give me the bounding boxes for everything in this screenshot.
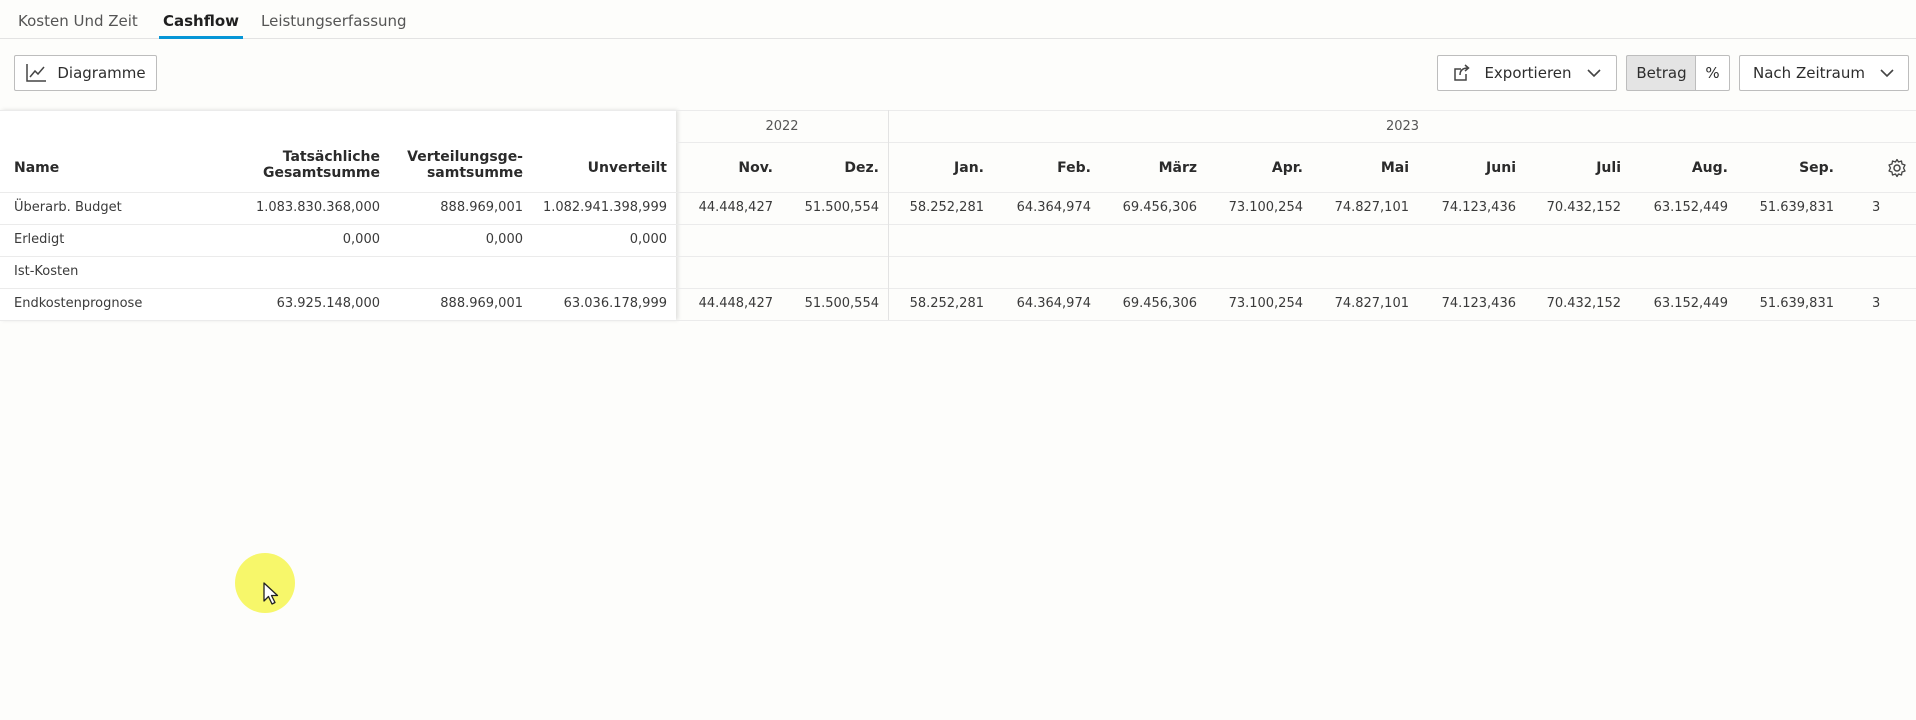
cell-month: 63.152,449 — [1653, 200, 1728, 215]
cell-next-month-partial: 3 — [1872, 296, 1881, 311]
cell-unverteilt: 1.082.941.398,999 — [542, 200, 667, 215]
col-header-month[interactable]: Feb. — [991, 160, 1091, 176]
col-header-month[interactable]: Mai — [1309, 160, 1409, 176]
cell-next-month-partial: 3 — [1872, 200, 1881, 215]
cell-month: 74.123,436 — [1441, 296, 1516, 311]
betrag-label: Betrag — [1636, 64, 1687, 82]
cell-month: 64.364,974 — [1016, 200, 1091, 215]
export-icon — [1454, 64, 1471, 81]
col-header-dist-line2: samtsumme — [426, 165, 523, 181]
col-header-name[interactable]: Name — [14, 160, 59, 176]
col-header-month[interactable]: Jan. — [884, 160, 984, 176]
cell-month: 51.500,554 — [804, 200, 879, 215]
col-header-dist-line1: Verteilungsge- — [407, 149, 523, 165]
percent-toggle[interactable]: % — [1695, 55, 1730, 91]
cell-unverteilt: 63.036.178,999 — [563, 296, 667, 311]
year-2022-header: 2022 — [765, 119, 799, 134]
tab-leistungserfassung[interactable]: Leistungserfassung — [261, 12, 407, 30]
col-header-month[interactable]: Apr. — [1203, 160, 1303, 176]
cell-month: 44.448,427 — [698, 200, 773, 215]
cell-month: 51.500,554 — [804, 296, 879, 311]
line-chart-icon — [26, 64, 47, 82]
col-header-month[interactable]: Aug. — [1628, 160, 1728, 176]
cell-month: 58.252,281 — [909, 296, 984, 311]
col-header-month[interactable]: Dez. — [779, 160, 879, 176]
betrag-toggle[interactable]: Betrag — [1626, 55, 1696, 91]
cell-month: 73.100,254 — [1228, 200, 1303, 215]
col-header-unverteilt[interactable]: Unverteilt — [520, 160, 667, 176]
cell-month: 51.639,831 — [1759, 296, 1834, 311]
col-header-month[interactable]: Juli — [1521, 160, 1621, 176]
tab-bar: Kosten Und Zeit Cashflow Leistungserfass… — [0, 0, 1916, 39]
row-name: Erledigt — [14, 232, 65, 247]
col-header-total-line1: Tatsächliche — [282, 149, 380, 165]
cell-month: 74.123,436 — [1441, 200, 1516, 215]
diagramme-label: Diagramme — [57, 64, 146, 82]
cell-total: 63.925.148,000 — [276, 296, 380, 311]
cell-dist: 888.969,001 — [440, 296, 523, 311]
row-name: Endkostenprognose — [14, 296, 143, 311]
zeitraum-dropdown[interactable]: Nach Zeitraum — [1739, 55, 1909, 91]
cell-month: 58.252,281 — [909, 200, 984, 215]
chevron-down-icon — [1880, 69, 1894, 78]
year-2023-header: 2023 — [1385, 119, 1420, 134]
mouse-pointer-icon — [263, 582, 279, 605]
cell-month: 69.456,306 — [1122, 296, 1197, 311]
cell-month: 74.827,101 — [1334, 200, 1409, 215]
chevron-down-icon — [1586, 69, 1601, 78]
percent-label: % — [1705, 64, 1720, 82]
tab-cashflow[interactable]: Cashflow — [158, 12, 244, 39]
cell-month: 74.827,101 — [1334, 296, 1409, 311]
cell-month: 70.432,152 — [1546, 200, 1621, 215]
export-label: Exportieren — [1484, 64, 1572, 82]
col-header-total-line2: Gesamtsumme — [262, 165, 380, 181]
col-header-month[interactable]: Sep. — [1734, 160, 1834, 176]
row-name: Ist-Kosten — [14, 264, 79, 279]
cell-total: 1.083.830.368,000 — [255, 200, 380, 215]
zeitraum-label: Nach Zeitraum — [1753, 64, 1865, 82]
gear-icon[interactable] — [1887, 158, 1907, 178]
cell-month: 44.448,427 — [698, 296, 773, 311]
col-header-total[interactable]: Tatsächliche Gesamtsumme — [200, 149, 380, 181]
tab-kosten-und-zeit[interactable]: Kosten Und Zeit — [18, 12, 138, 30]
cell-month: 70.432,152 — [1546, 296, 1621, 311]
cell-dist: 888.969,001 — [440, 200, 523, 215]
cell-month: 63.152,449 — [1653, 296, 1728, 311]
cell-total: 0,000 — [342, 232, 380, 247]
col-header-month[interactable]: Nov. — [673, 160, 773, 176]
export-button[interactable]: Exportieren — [1437, 55, 1617, 91]
cell-month: 51.639,831 — [1759, 200, 1834, 215]
cell-dist: 0,000 — [485, 232, 523, 247]
cell-month: 64.364,974 — [1016, 296, 1091, 311]
col-header-month[interactable]: März — [1097, 160, 1197, 176]
diagramme-button[interactable]: Diagramme — [14, 55, 157, 91]
row-name: Überarb. Budget — [14, 200, 122, 215]
cell-unverteilt: 0,000 — [629, 232, 667, 247]
col-header-month[interactable]: Juni — [1416, 160, 1516, 176]
cell-month: 69.456,306 — [1122, 200, 1197, 215]
cashflow-table: 2022 2023 Name Tatsächliche Gesamtsumme … — [0, 110, 1916, 321]
cell-month: 73.100,254 — [1228, 296, 1303, 311]
col-header-dist[interactable]: Verteilungsge- samtsumme — [370, 149, 523, 181]
